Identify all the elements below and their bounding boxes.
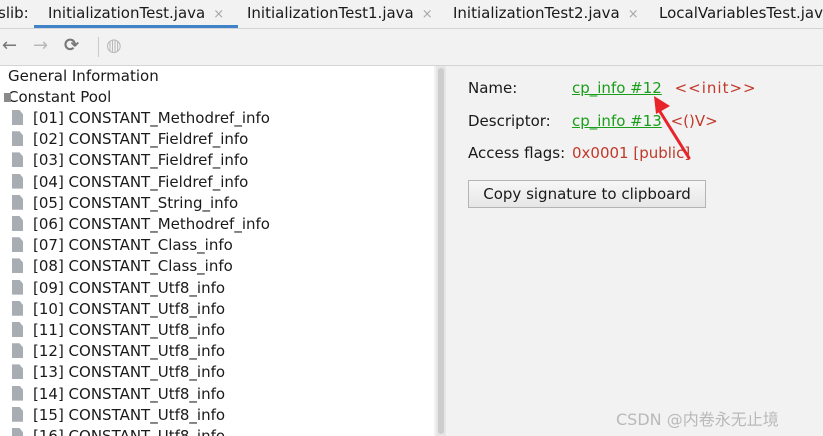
tree-item-label: [13] CONSTANT_Utf8_info xyxy=(33,363,226,382)
tree-scrollbar[interactable] xyxy=(436,66,446,436)
tree-item-constant[interactable]: [01] CONSTANT_Methodref_info xyxy=(12,108,270,129)
tab-slib[interactable]: slib: xyxy=(0,0,29,28)
tree-item-constant[interactable]: [11] CONSTANT_Utf8_info xyxy=(12,320,225,341)
tree-item-label: [06] CONSTANT_Methodref_info xyxy=(33,215,270,233)
tree-item-label: [10] CONSTANT_Utf8_info xyxy=(33,299,226,318)
toolbar-separator xyxy=(98,37,99,57)
close-icon[interactable]: × xyxy=(213,7,224,22)
file-icon xyxy=(12,385,23,401)
tree-item-constant[interactable]: [12] CONSTANT_Utf8_info xyxy=(12,341,225,362)
tree-item-label: [04] CONSTANT_Fieldref_info xyxy=(33,172,249,191)
tree-item-constant[interactable]: [03] CONSTANT_Fieldref_info xyxy=(12,150,248,171)
tree-item-label: General Information xyxy=(8,67,159,85)
tree-item-label: [07] CONSTANT_Class_info xyxy=(33,236,233,255)
access-flags-label: Access flags: xyxy=(468,144,566,162)
file-icon xyxy=(12,173,23,189)
tree-item-constant[interactable]: [07] CONSTANT_Class_info xyxy=(12,235,233,256)
close-icon[interactable]: × xyxy=(422,7,433,22)
tab-label: InitializationTest2.java xyxy=(453,4,620,22)
file-icon xyxy=(12,152,23,168)
back-icon[interactable]: ← xyxy=(2,35,17,57)
file-icon xyxy=(12,322,23,337)
toolbar: ← → ⟳ ◍ xyxy=(0,29,823,66)
annotation-arrow-icon xyxy=(654,96,691,160)
file-icon xyxy=(12,216,23,231)
tab-initialization-test2[interactable]: InitializationTest2.java × xyxy=(453,0,639,28)
tab-initialization-test[interactable]: InitializationTest.java × xyxy=(34,0,239,28)
file-icon xyxy=(12,110,23,125)
web-icon[interactable]: ◍ xyxy=(106,35,122,57)
tree-item-constant[interactable]: [09] CONSTANT_Utf8_info xyxy=(12,278,225,299)
tree-item-constant[interactable]: [13] CONSTANT_Utf8_info xyxy=(12,362,225,383)
tree-item-label: [16] CONSTANT_Utf8_info xyxy=(33,427,226,436)
class-structure-tree: General Information Constant Pool [01] C… xyxy=(0,66,434,436)
tree-item-label: [11] CONSTANT_Utf8_info xyxy=(33,321,226,339)
tree-item-constant[interactable]: [08] CONSTANT_Class_info xyxy=(12,256,233,277)
tree-item-label: Constant Pool xyxy=(8,88,112,106)
file-icon xyxy=(12,194,23,210)
tree-item-label: [01] CONSTANT_Methodref_info xyxy=(33,109,270,127)
tree-item-label: [05] CONSTANT_String_info xyxy=(33,193,239,212)
refresh-icon[interactable]: ⟳ xyxy=(64,35,79,57)
file-icon xyxy=(12,258,23,274)
tree-item-constant-pool[interactable]: Constant Pool xyxy=(4,87,112,108)
tree-item-constant[interactable]: [02] CONSTANT_Fieldref_info xyxy=(12,129,248,150)
tree-item-constant[interactable]: [14] CONSTANT_Utf8_info xyxy=(12,384,225,405)
tree-item-label: [12] CONSTANT_Utf8_info xyxy=(33,342,226,361)
tab-label: InitializationTest1.java xyxy=(247,4,414,22)
tree-item-label: [08] CONSTANT_Class_info xyxy=(33,257,233,276)
close-icon[interactable]: × xyxy=(628,7,639,22)
tab-label: slib: xyxy=(0,4,29,22)
file-icon xyxy=(12,237,23,253)
tree-item-constant[interactable]: [04] CONSTANT_Fieldref_info xyxy=(12,172,248,193)
tree-item-constant[interactable]: [16] CONSTANT_Utf8_info xyxy=(12,426,225,436)
editor-tab-bar: slib: InitializationTest.java × Initializ… xyxy=(0,0,823,29)
file-icon xyxy=(12,300,23,316)
file-icon xyxy=(12,131,23,147)
tree-item-label: [14] CONSTANT_Utf8_info xyxy=(33,384,226,403)
tree-item-label: [15] CONSTANT_Utf8_info xyxy=(33,405,226,424)
tree-item-general-information[interactable]: General Information xyxy=(8,66,159,87)
file-icon xyxy=(12,279,23,295)
watermark: CSDN @内卷永无止境 xyxy=(616,410,779,429)
scrollbar-thumb[interactable] xyxy=(438,68,444,434)
expand-node-icon[interactable] xyxy=(4,93,11,102)
tree-item-label: [03] CONSTANT_Fieldref_info xyxy=(33,151,249,170)
tree-item-constant[interactable]: [10] CONSTANT_Utf8_info xyxy=(12,299,225,320)
tree-item-constant[interactable]: [05] CONSTANT_String_info xyxy=(12,193,238,214)
file-icon xyxy=(12,364,23,380)
tab-label: LocalVariablesTest.java xyxy=(659,4,823,22)
tree-item-constant[interactable]: [15] CONSTANT_Utf8_info xyxy=(12,405,225,426)
file-icon xyxy=(12,343,23,359)
name-label: Name: xyxy=(468,79,518,97)
tree-item-label: [02] CONSTANT_Fieldref_info xyxy=(33,130,249,149)
file-icon xyxy=(12,406,23,422)
tab-local-variables-test[interactable]: LocalVariablesTest.java xyxy=(659,0,823,28)
tab-initialization-test1[interactable]: InitializationTest1.java × xyxy=(247,0,433,28)
forward-icon[interactable]: → xyxy=(33,35,48,57)
tree-item-label: [09] CONSTANT_Utf8_info xyxy=(33,278,226,297)
file-icon xyxy=(12,428,23,436)
tab-label: InitializationTest.java xyxy=(48,4,206,22)
tree-item-constant[interactable]: [06] CONSTANT_Methodref_info xyxy=(12,214,270,235)
detail-panel: Name: cp_info #12 <<init>> Descriptor: c… xyxy=(447,66,823,436)
descriptor-label: Descriptor: xyxy=(468,112,551,130)
